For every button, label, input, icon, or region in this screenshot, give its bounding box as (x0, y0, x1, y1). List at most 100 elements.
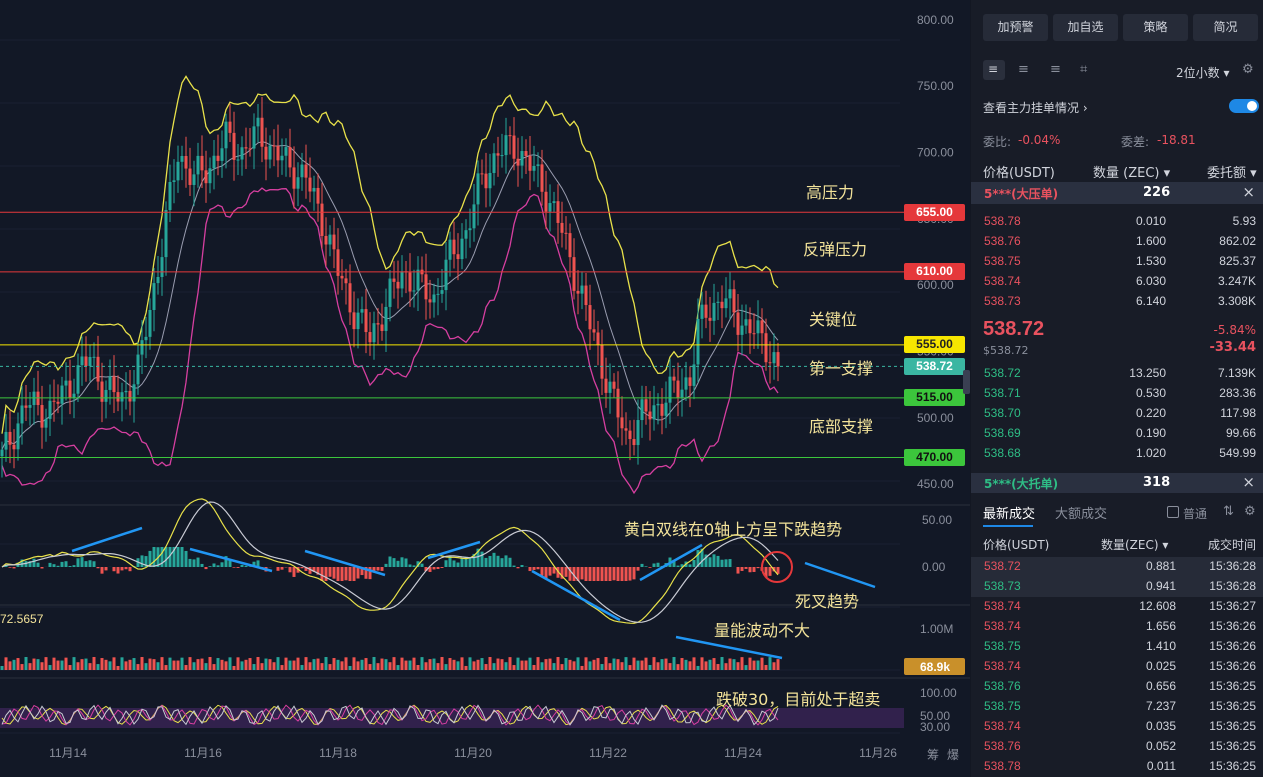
candle-body (740, 325, 744, 335)
row-price: 538.72 (984, 366, 1021, 380)
volume-bar (680, 658, 684, 670)
candle-body (160, 257, 164, 278)
panel-splitter[interactable] (963, 370, 970, 394)
bid-row[interactable]: 538.68 1.020 549.99 (971, 444, 1263, 464)
tab-large-trades[interactable]: 大额成交 (1055, 503, 1107, 522)
trade-quantity: 0.941 (1145, 579, 1176, 593)
ask-row[interactable]: 538.75 1.530 825.37 (971, 252, 1263, 272)
macd-histogram-bar (440, 567, 444, 568)
macd-histogram-bar (692, 560, 696, 567)
macd-histogram-bar (504, 555, 508, 567)
main-orders-link[interactable]: 查看主力挂单情况 › (983, 99, 1088, 116)
trade-col-qty[interactable]: 数量(ZEC) ▾ (1101, 536, 1168, 553)
close-icon[interactable]: × (1242, 473, 1255, 491)
row-quantity: 6.140 (1135, 294, 1166, 308)
candle-body (248, 148, 252, 150)
macd-histogram-bar (484, 557, 488, 567)
settings-icon[interactable]: ⚙ (1244, 504, 1256, 519)
bid-row[interactable]: 538.72 13.250 7.139K (971, 364, 1263, 384)
volume-bar (304, 657, 308, 670)
candle-body (644, 399, 648, 412)
candle-body (724, 298, 728, 309)
candle-body (472, 204, 476, 229)
candle-body (356, 312, 360, 330)
macd-histogram-bar (56, 565, 60, 567)
bid-row[interactable]: 538.71 0.530 283.36 (971, 384, 1263, 404)
candle-body (72, 393, 76, 398)
macd-histogram-bar (352, 567, 356, 581)
bottom-corner-label: 爆 (947, 748, 959, 762)
candle-body (272, 145, 276, 147)
macd-histogram-bar (656, 562, 660, 567)
big-bid-label: 5***(大托单) (984, 477, 1059, 491)
level-tag-515: 515.00 (904, 389, 965, 407)
trade-row: 538.74 12.608 15:36:27 (971, 597, 1263, 617)
volume-bar (672, 657, 676, 670)
row-quantity: 0.220 (1135, 406, 1166, 420)
candle-body (700, 304, 704, 319)
volume-bar (232, 665, 236, 670)
volume-bar (396, 665, 400, 670)
ask-row[interactable]: 538.73 6.140 3.308K (971, 292, 1263, 312)
macd-histogram-bar (600, 567, 604, 581)
volume-bar (660, 659, 664, 670)
weibi-label: 委比: (983, 135, 1012, 149)
main-orders-toggle[interactable] (1229, 99, 1259, 113)
candle-body (16, 423, 20, 450)
trade-quantity: 0.052 (1145, 739, 1176, 753)
macd-histogram-bar (112, 567, 116, 572)
bid-row[interactable]: 538.69 0.190 99.66 (971, 424, 1263, 444)
volume-bar (520, 660, 524, 670)
macd-histogram-bar (216, 565, 220, 567)
macd-histogram-bar (488, 555, 492, 567)
volume-bar (588, 661, 592, 670)
level-tag-655: 655.00 (904, 203, 965, 221)
strategy-button[interactable]: 策略 (1123, 14, 1188, 41)
candle-body (612, 381, 616, 389)
macd-histogram-bar (460, 557, 464, 567)
candle-body (156, 277, 160, 284)
candle-body (516, 158, 520, 166)
candle-body (4, 431, 8, 450)
add-watchlist-button[interactable]: 加自选 (1053, 14, 1118, 41)
volume-bar (276, 657, 280, 670)
bid-row[interactable]: 538.70 0.220 117.98 (971, 404, 1263, 424)
candle-body (52, 400, 56, 402)
filter-checkbox[interactable] (1167, 506, 1179, 518)
chart-area[interactable]: 800.00750.00700.00650.00600.00550.00500.… (0, 0, 970, 777)
annotation-macd-trend: 黄白双线在0轴上方呈下跌趋势 (624, 520, 843, 539)
layout-trades-icon[interactable]: ⌗ (1080, 62, 1087, 77)
volume-bar (160, 657, 164, 670)
settings-icon[interactable]: ⚙ (1242, 62, 1254, 77)
add-alert-button[interactable]: 加预警 (983, 14, 1048, 41)
volume-bar (324, 657, 328, 670)
layout-asks-icon[interactable]: ≡ (1050, 62, 1061, 77)
trade-row: 538.76 0.656 15:36:25 (971, 677, 1263, 697)
price-chart[interactable]: 800.00750.00700.00650.00600.00550.00500.… (0, 0, 970, 777)
candle-body (756, 320, 760, 334)
candle-body (624, 428, 628, 431)
volume-bar (732, 659, 736, 670)
candle-body (84, 356, 88, 366)
macd-histogram-bar (676, 565, 680, 567)
candle-body (152, 283, 156, 310)
overview-button[interactable]: 简况 (1193, 14, 1258, 41)
ask-row[interactable]: 538.78 0.010 5.93 (971, 212, 1263, 232)
ask-row[interactable]: 538.76 1.600 862.02 (971, 232, 1263, 252)
tab-latest-trades[interactable]: 最新成交 (983, 503, 1035, 522)
sort-icon[interactable]: ⇅ (1223, 504, 1234, 519)
col-amount-header[interactable]: 委托额 ▾ (1207, 162, 1257, 181)
precision-select[interactable]: 2位小数 ▾ (1176, 64, 1229, 81)
layout-bids-icon[interactable]: ≡ (1018, 62, 1029, 77)
volume-bar (164, 665, 168, 670)
ask-row[interactable]: 538.74 6.030 3.247K (971, 272, 1263, 292)
macd-histogram-bar (708, 557, 712, 567)
macd-histogram-bar (164, 547, 168, 567)
col-qty-header[interactable]: 数量 (ZEC) ▾ (1093, 162, 1170, 181)
trade-price: 538.75 (984, 639, 1021, 653)
volume-bar (536, 657, 540, 670)
layout-both-icon[interactable]: ≡ (983, 60, 1005, 80)
candle-body (720, 301, 724, 309)
volume-bar (512, 665, 516, 670)
close-icon[interactable]: × (1242, 183, 1255, 201)
